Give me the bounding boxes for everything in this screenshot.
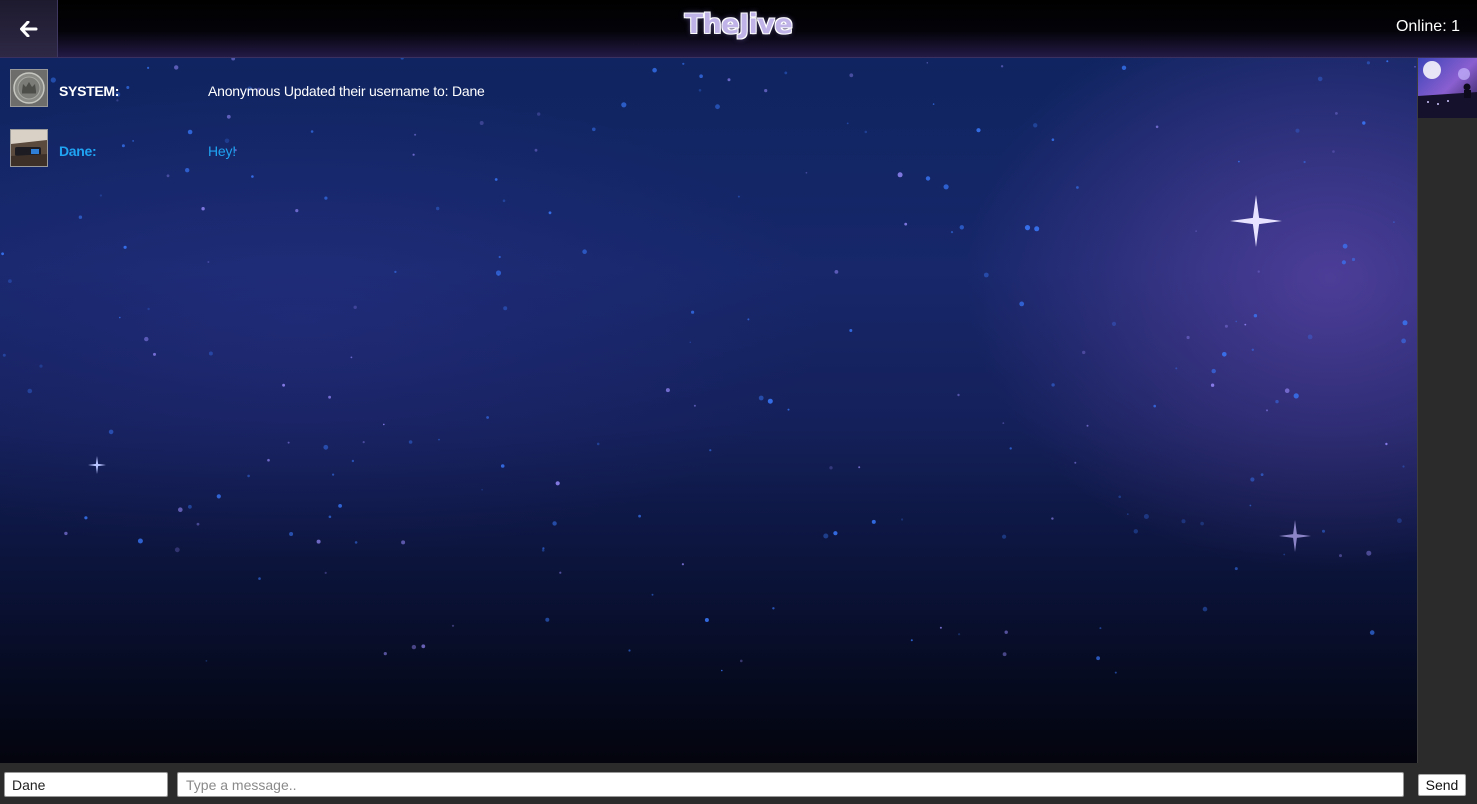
online-count: Online: 1 (1395, 18, 1460, 35)
chat-message-system: SYSTEM: Anonymous Updated their username… (10, 69, 1400, 109)
message-text: Hey! (208, 143, 236, 159)
message-composer: Send (0, 763, 1477, 804)
send-button[interactable]: Send (1418, 774, 1466, 796)
message-author: Dane: (59, 143, 97, 159)
online-user-avatar[interactable] (1418, 58, 1477, 118)
system-avatar (10, 69, 48, 107)
message-author: SYSTEM: (59, 83, 120, 99)
username-input[interactable] (4, 772, 168, 797)
message-text: Anonymous Updated their username to: Dan… (208, 83, 485, 99)
top-bar: TheJive Online: 1 (0, 0, 1477, 58)
app-title: TheJive (684, 9, 793, 40)
online-users-sidebar (1417, 58, 1477, 763)
chat-messages-area[interactable]: SYSTEM: Anonymous Updated their username… (0, 58, 1417, 763)
user-avatar[interactable] (10, 129, 48, 167)
message-input[interactable] (177, 772, 1404, 797)
chat-message-user: Dane: Hey! (10, 129, 1400, 169)
